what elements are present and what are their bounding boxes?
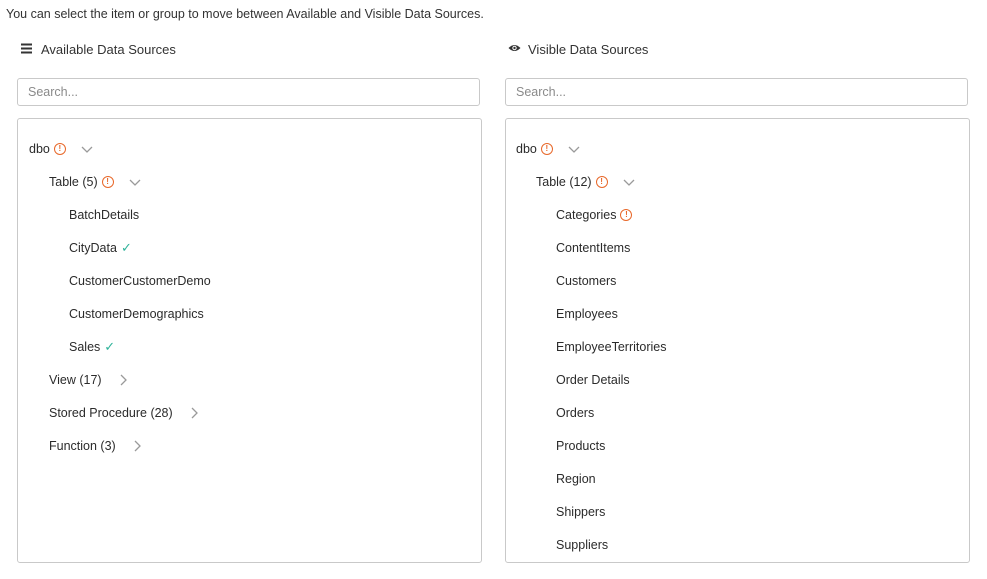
checkmark-icon: ✓ xyxy=(104,339,116,354)
table-item-label: Sales xyxy=(69,340,101,354)
chevron-down-icon[interactable] xyxy=(80,142,94,156)
table-item-label: CustomerCustomerDemo xyxy=(69,274,211,288)
table-item-label: CustomerDemographics xyxy=(69,307,204,321)
warning-icon: ! xyxy=(620,209,633,221)
warning-icon: ! xyxy=(53,143,66,155)
visible-tree: dbo ! Table (12) ! Categories ! ContentI… xyxy=(505,118,970,563)
visible-table-item[interactable]: Order Details xyxy=(556,370,630,390)
table-item-label: Order Details xyxy=(556,373,630,387)
visible-panel-header: Visible Data Sources xyxy=(508,40,648,58)
available-table-item[interactable]: BatchDetails xyxy=(69,205,139,225)
visible-table-item[interactable]: Shippers xyxy=(556,502,605,522)
visible-search-input[interactable] xyxy=(505,78,968,106)
table-item-label: EmployeeTerritories xyxy=(556,340,667,354)
table-item-label: Products xyxy=(556,439,606,453)
eye-icon xyxy=(508,43,521,55)
checkmark-icon: ✓ xyxy=(120,240,132,255)
available-table-item[interactable]: CityData ✓ xyxy=(69,238,132,258)
available-group-stored-procedure[interactable]: Stored Procedure (28) xyxy=(49,403,201,423)
table-item-label: Employees xyxy=(556,307,618,321)
available-table-item[interactable]: Sales ✓ xyxy=(69,337,115,357)
warning-icon: ! xyxy=(540,143,553,155)
schema-label: dbo xyxy=(516,142,537,156)
chevron-down-icon[interactable] xyxy=(622,175,636,189)
visible-schema-dbo[interactable]: dbo ! xyxy=(516,139,581,159)
visible-table-item[interactable]: Products xyxy=(556,436,605,456)
available-table-item[interactable]: CustomerDemographics xyxy=(69,304,204,324)
table-item-label: Orders xyxy=(556,406,595,420)
group-label: Stored Procedure (28) xyxy=(49,406,173,420)
group-label: Table (12) xyxy=(536,175,592,189)
table-item-label: Shippers xyxy=(556,505,606,519)
chevron-right-icon[interactable] xyxy=(187,406,201,420)
visible-table-item[interactable]: Orders xyxy=(556,403,594,423)
available-group-function[interactable]: Function (3) xyxy=(49,436,144,456)
instructions-text: You can select the item or group to move… xyxy=(6,7,484,21)
available-group-table[interactable]: Table (5) ! xyxy=(49,172,142,192)
visible-table-item[interactable]: Employees xyxy=(556,304,618,324)
available-panel-header: Available Data Sources xyxy=(21,40,176,58)
visible-group-table[interactable]: Table (12) ! xyxy=(536,172,636,192)
warning-icon: ! xyxy=(595,176,608,188)
visible-table-item[interactable]: Categories ! xyxy=(556,205,633,225)
schema-label: dbo xyxy=(29,142,50,156)
visible-table-item[interactable]: Customers xyxy=(556,271,616,291)
warning-icon: ! xyxy=(101,176,114,188)
chevron-right-icon[interactable] xyxy=(130,439,144,453)
table-item-label: Customers xyxy=(556,274,617,288)
visible-table-item[interactable]: Region xyxy=(556,469,596,489)
table-item-label: Suppliers xyxy=(556,538,609,552)
chevron-down-icon[interactable] xyxy=(128,175,142,189)
group-label: Table (5) xyxy=(49,175,98,189)
table-item-label: BatchDetails xyxy=(69,208,140,222)
table-item-label: Region xyxy=(556,472,596,486)
table-item-label: Categories xyxy=(556,208,617,222)
available-panel-title: Available Data Sources xyxy=(41,41,176,57)
table-item-label: CityData xyxy=(69,241,117,255)
chevron-right-icon[interactable] xyxy=(116,373,130,387)
group-label: Function (3) xyxy=(49,439,116,453)
group-label: View (17) xyxy=(49,373,102,387)
visible-table-item[interactable]: Suppliers xyxy=(556,535,608,555)
visible-panel-title: Visible Data Sources xyxy=(528,41,649,57)
list-icon xyxy=(21,43,33,56)
available-schema-dbo[interactable]: dbo ! xyxy=(29,139,94,159)
visible-table-item[interactable]: EmployeeTerritories xyxy=(556,337,666,357)
available-group-view[interactable]: View (17) xyxy=(49,370,130,390)
available-search-input[interactable] xyxy=(17,78,480,106)
chevron-down-icon[interactable] xyxy=(567,142,581,156)
available-table-item[interactable]: CustomerCustomerDemo xyxy=(69,271,211,291)
table-item-label: ContentItems xyxy=(556,241,631,255)
visible-table-item[interactable]: ContentItems xyxy=(556,238,630,258)
available-tree: dbo ! Table (5) ! BatchDetails CityData … xyxy=(17,118,482,563)
